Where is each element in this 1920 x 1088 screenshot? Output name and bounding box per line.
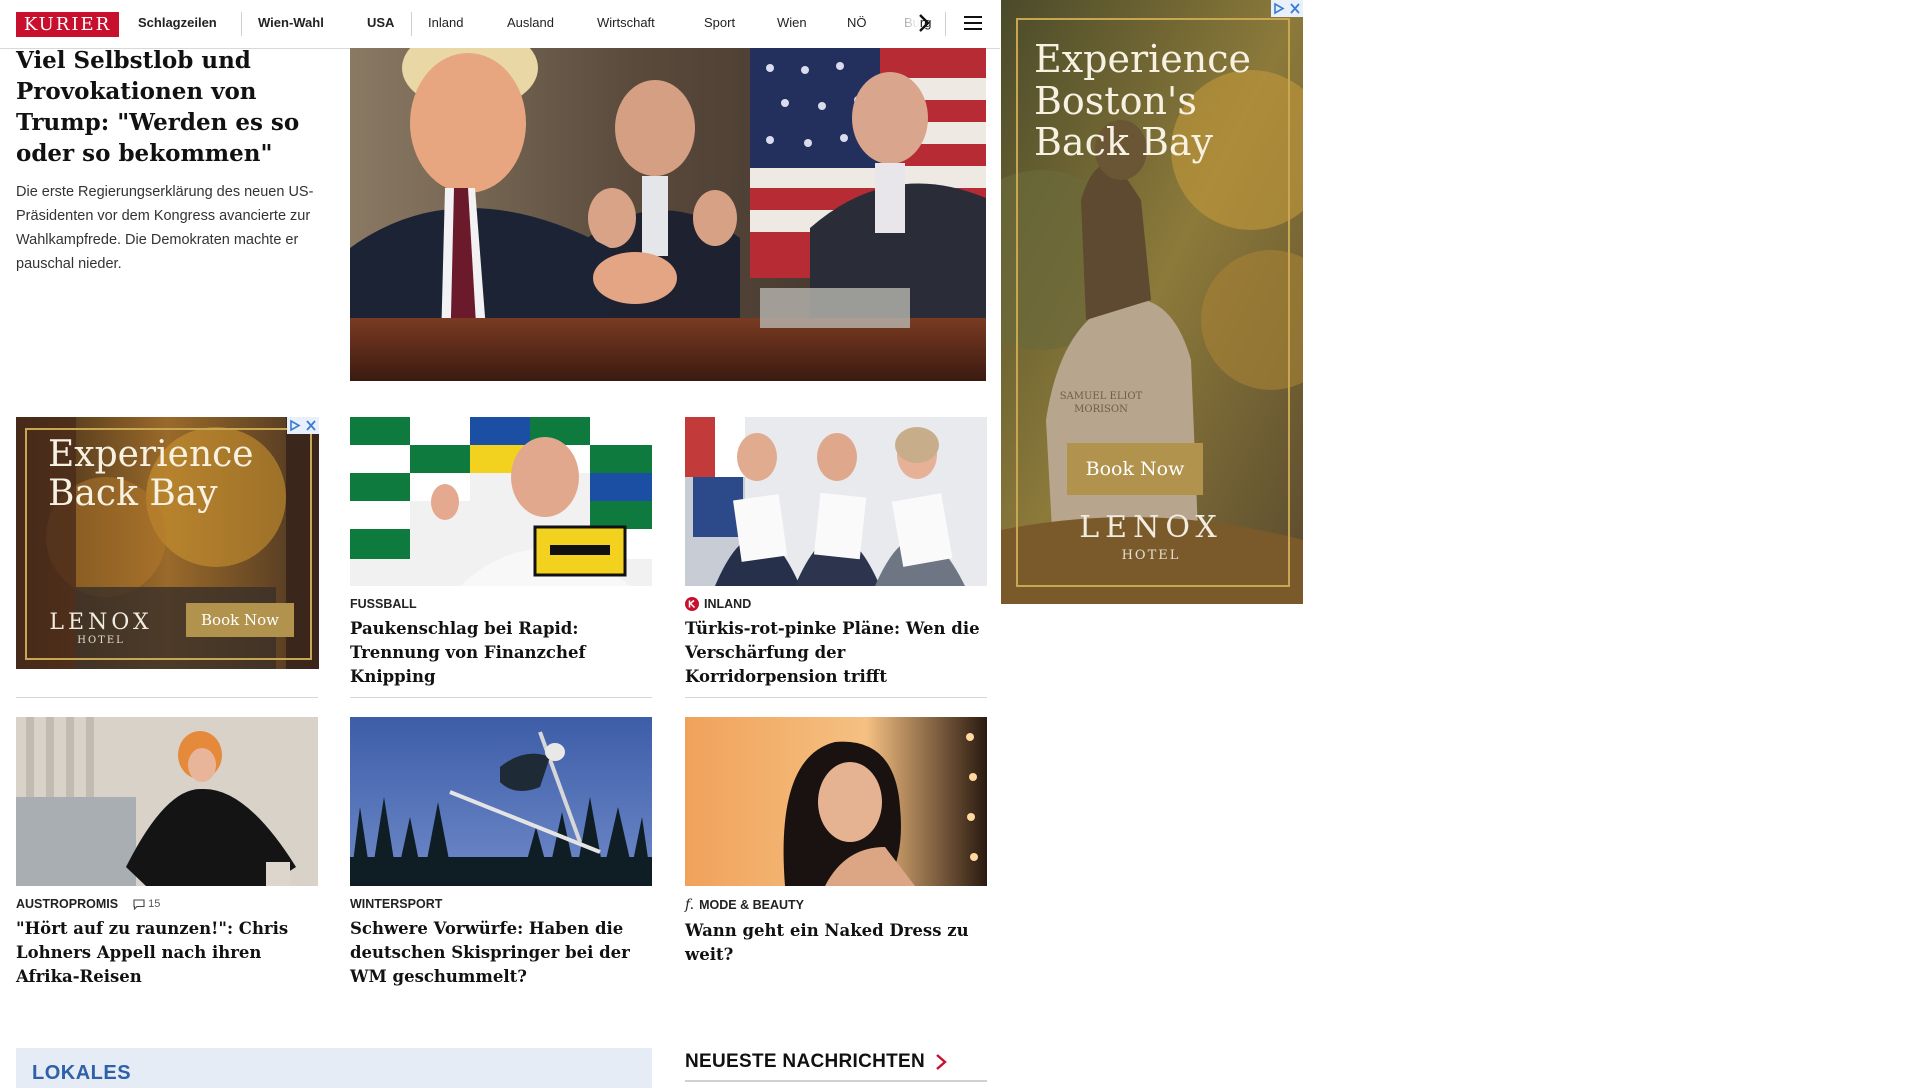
lead-photo-trump-congress[interactable] (350, 48, 986, 381)
ad-lenox-logo: LENOX (1079, 510, 1223, 545)
neueste-nachrichten-heading[interactable]: NEUESTE NACHRICHTEN (685, 1051, 947, 1073)
section-underline (685, 1080, 987, 1082)
ad-headline-line1: Experience (1034, 37, 1252, 81)
nav-item-schlagzeilen[interactable]: Schlagzeilen (138, 15, 217, 30)
lokales-heading[interactable]: LOKALES (32, 1062, 131, 1085)
row-divider (350, 697, 652, 698)
ad-hotel-label: HOTEL (1121, 548, 1181, 563)
lokales-section: LOKALES (16, 1048, 652, 1088)
article-card-naked-dress[interactable]: f. MODE & BEAUTY Wann geht ein Naked Dre… (685, 717, 987, 967)
ad-headline-line2: Boston's (1034, 79, 1197, 123)
ad-hotel-label: HOTEL (77, 635, 125, 646)
nav-item-ausland[interactable]: Ausland (507, 15, 554, 30)
article-kicker[interactable]: INLAND (685, 597, 987, 611)
nav-item-inland[interactable]: Inland (428, 15, 463, 30)
nav-divider (411, 12, 412, 36)
kicker-label[interactable]: MODE & BEAUTY (699, 898, 804, 912)
article-photo-rapid-press[interactable] (350, 417, 652, 586)
ad-lenox-back-bay[interactable]: Experience Back Bay Book Now LENOX HOTEL (16, 417, 319, 669)
article-photo-woman-portrait[interactable] (685, 717, 987, 886)
row-divider (685, 697, 987, 698)
article-card-korridorpension[interactable]: INLAND Türkis-rot-pinke Pläne: Wen die V… (685, 417, 987, 689)
article-photo-ski-jumper[interactable] (350, 717, 652, 886)
kicker-label[interactable]: INLAND (704, 597, 751, 611)
adchoices-icon[interactable] (1271, 0, 1303, 17)
nav-divider (945, 12, 946, 36)
lead-teaser: Die erste Regierungserklärung des neuen … (16, 184, 314, 272)
kurier-plus-icon (685, 597, 699, 611)
ad-lenox-logo: LENOX (49, 610, 153, 635)
nav-item-wien-wahl[interactable]: Wien-Wahl (258, 15, 324, 30)
article-card-lohner[interactable]: AUSTROPROMIS 15 "Hört auf zu raunzen!": … (16, 717, 318, 989)
article-title[interactable]: Wann geht ein Naked Dress zu weit? (685, 919, 987, 967)
article-kicker[interactable]: AUSTROPROMIS 15 (16, 897, 318, 911)
row-divider (16, 697, 318, 698)
freizeit-logo-icon: f. (685, 897, 695, 913)
article-card-skispringer[interactable]: WINTERSPORT Schwere Vorwürfe: Haben die … (350, 717, 652, 989)
comment-count-value: 15 (148, 898, 161, 910)
article-photo-chris-lohner[interactable] (16, 717, 318, 886)
adchoices-icon[interactable] (287, 417, 319, 434)
kicker-label[interactable]: WINTERSPORT (350, 897, 442, 911)
chevron-right-icon[interactable] (935, 1053, 947, 1071)
lead-headline[interactable]: Viel Selbstlob und Provokationen von Tru… (16, 45, 316, 169)
ad-lenox-boston[interactable]: Experience Boston's Back Bay SAMUEL ELIO… (1001, 0, 1303, 604)
ad-headline-line3: Back Bay (1034, 120, 1214, 164)
ad-book-now-button[interactable]: Book Now (186, 603, 294, 637)
comment-count[interactable]: 15 (133, 898, 160, 910)
ad-headline-line1: Experience (48, 434, 254, 475)
nav-item-usa[interactable]: USA (367, 15, 394, 30)
kurier-logo[interactable]: KURIER (16, 12, 119, 37)
neueste-nachrichten-label[interactable]: NEUESTE NACHRICHTEN (685, 1051, 925, 1073)
nav-fade-overlay (880, 0, 920, 47)
nav-item-wien[interactable]: Wien (777, 15, 807, 30)
comment-bubble-icon (133, 898, 145, 910)
chevron-right-icon[interactable] (915, 10, 933, 36)
article-title[interactable]: Paukenschlag bei Rapid: Trennung von Fin… (350, 617, 652, 689)
kicker-label[interactable]: AUSTROPROMIS (16, 897, 118, 911)
nav-item-wirtschaft[interactable]: Wirtschaft (597, 15, 655, 30)
nav-item-noe[interactable]: NÖ (847, 15, 867, 30)
nav-item-sport[interactable]: Sport (704, 15, 735, 30)
article-title[interactable]: Türkis-rot-pinke Pläne: Wen die Verschär… (685, 617, 987, 689)
article-title[interactable]: Schwere Vorwürfe: Haben die deutschen Sk… (350, 917, 652, 989)
top-navigation: KURIER Schlagzeilen Wien-Wahl USA Inland… (0, 0, 1000, 49)
article-kicker[interactable]: FUSSBALL (350, 597, 652, 611)
ad-headline-line2: Back Bay (48, 473, 218, 514)
article-kicker[interactable]: f. MODE & BEAUTY (685, 897, 987, 913)
article-photo-government-leaders[interactable] (685, 417, 987, 586)
article-kicker[interactable]: WINTERSPORT (350, 897, 652, 911)
ad-book-now-button[interactable]: Book Now (1067, 443, 1203, 495)
article-title[interactable]: "Hört auf zu raunzen!": Chris Lohners Ap… (16, 917, 318, 989)
article-card-rapid[interactable]: FUSSBALL Paukenschlag bei Rapid: Trennun… (350, 417, 652, 689)
kicker-label[interactable]: FUSSBALL (350, 597, 417, 611)
nav-divider (241, 12, 242, 36)
hamburger-menu-icon[interactable] (964, 15, 982, 31)
statue-plaque-text: SAMUEL ELIOT MORISON (1059, 391, 1143, 415)
